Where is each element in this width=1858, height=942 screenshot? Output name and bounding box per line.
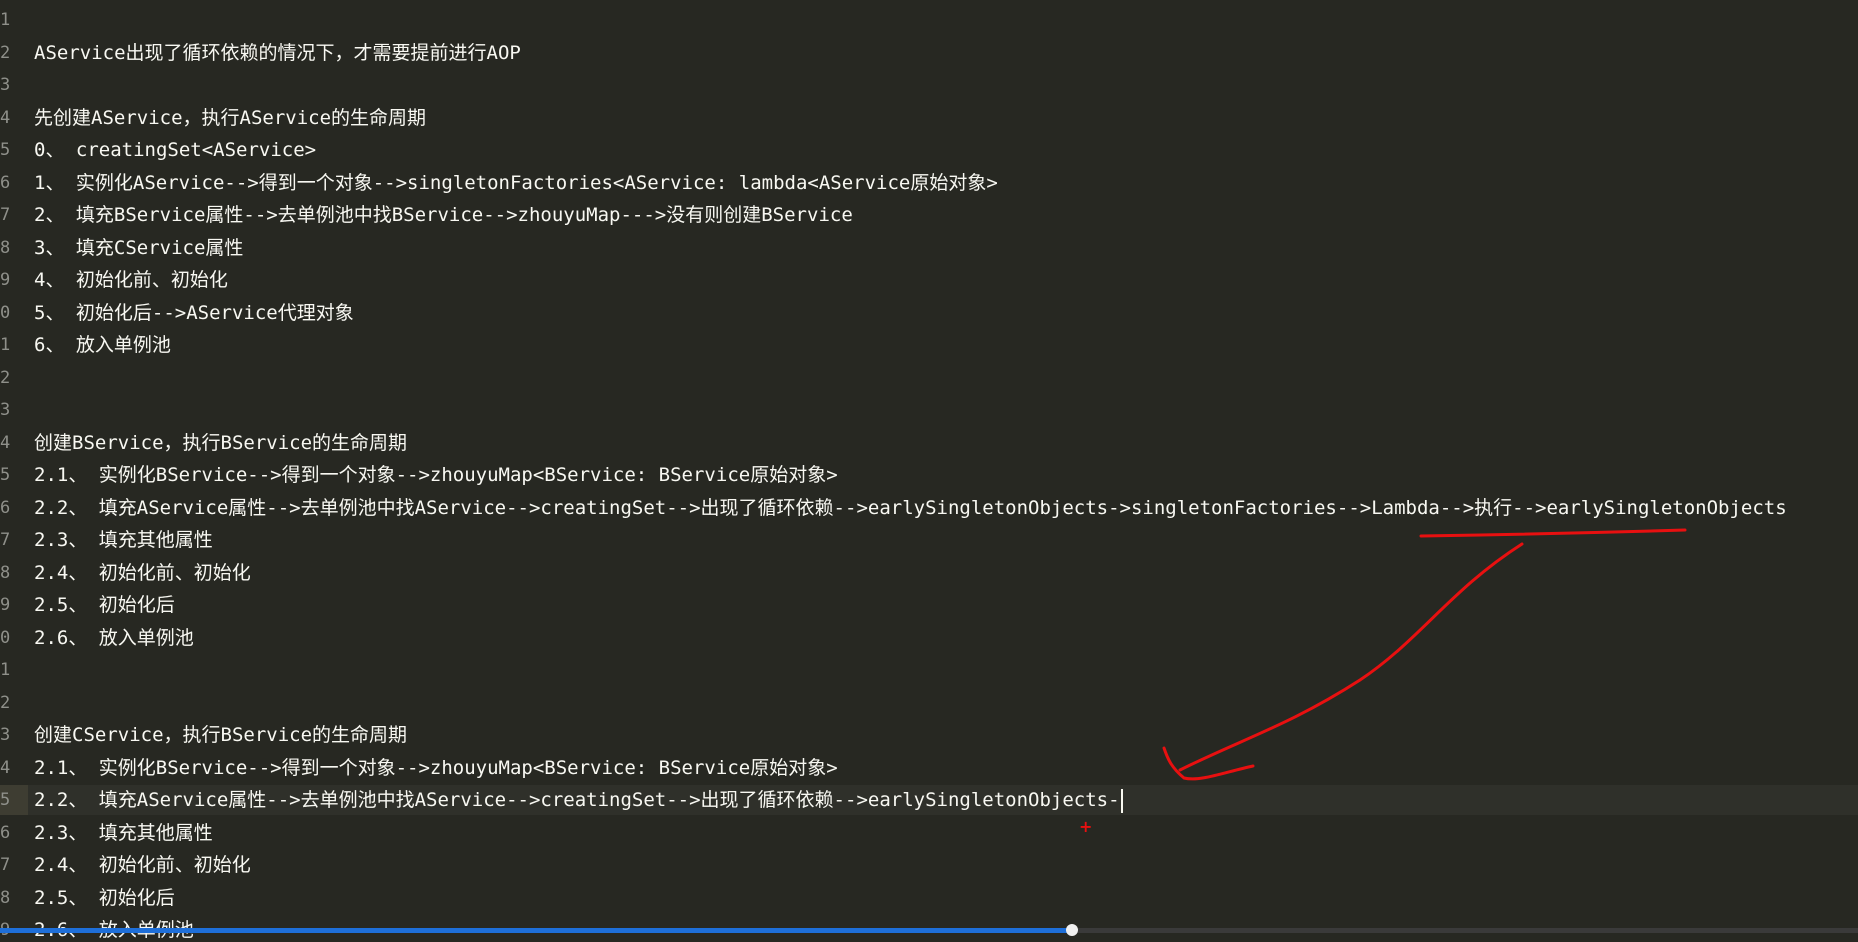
editor-line[interactable]: 4 先创建AService，执行AService的生命周期: [0, 103, 1858, 133]
text-editor[interactable]: 1 2 AService出现了循环依赖的情况下，才需要提前进行AOP 3 4 先创建ASe…: [0, 0, 1858, 942]
line-number: 7: [0, 855, 11, 875]
line-text[interactable]: 2.1、 实例化BService-->得到一个对象-->zhouyuMap<BS…: [34, 460, 838, 490]
editor-line[interactable]: 5 0、 creatingSet<AService>: [0, 135, 1858, 165]
line-number: 1: [0, 10, 11, 30]
editor-line[interactable]: 6 2.3、 填充其他属性: [0, 818, 1858, 848]
line-text[interactable]: 2.4、 初始化前、初始化: [34, 850, 251, 880]
line-number: 4: [0, 432, 11, 453]
line-number: 9: [0, 270, 11, 290]
scrollbar-knob[interactable]: [1066, 924, 1078, 936]
line-text[interactable]: 3、 填充CService属性: [34, 233, 243, 263]
line-text[interactable]: 4、 初始化前、初始化: [34, 265, 228, 295]
editor-line[interactable]: 3: [0, 70, 1858, 100]
editor-line[interactable]: 0 5、 初始化后-->AService代理对象: [0, 298, 1858, 328]
editor-line[interactable]: 2: [0, 363, 1858, 393]
line-text[interactable]: 2.5、 初始化后: [34, 883, 175, 913]
line-number: 8: [0, 237, 11, 258]
line-number: 3: [0, 725, 11, 745]
line-number: 8: [0, 887, 11, 908]
line-number: 5: [0, 790, 11, 810]
cursor-plus-mark: +: [1079, 817, 1093, 836]
line-text[interactable]: 1、 实例化AService-->得到一个对象-->singletonFacto…: [34, 168, 998, 198]
line-number: 0: [0, 627, 11, 648]
line-text[interactable]: 2.5、 初始化后: [34, 590, 175, 620]
editor-line[interactable]: 5 2.2、 填充AService属性-->去单例池中找AService-->cr…: [0, 785, 1858, 815]
line-number: 8: [0, 562, 11, 583]
line-text[interactable]: 5、 初始化后-->AService代理对象: [34, 298, 354, 328]
line-text[interactable]: 2.2、 填充AService属性-->去单例池中找AService-->cre…: [34, 785, 1123, 815]
line-number: 6: [0, 497, 11, 518]
line-number: 4: [0, 107, 11, 128]
editor-line[interactable]: 1: [0, 655, 1858, 685]
line-text[interactable]: 2.2、 填充AService属性-->去单例池中找AService-->cre…: [34, 493, 1787, 523]
line-number: 4: [0, 757, 11, 778]
scrollbar-thumb[interactable]: [0, 928, 1072, 933]
editor-line[interactable]: 9 4、 初始化前、初始化: [0, 265, 1858, 295]
line-number: 1: [0, 335, 11, 355]
editor-line[interactable]: 3 创建CService，执行BService的生命周期: [0, 720, 1858, 750]
line-number: 6: [0, 172, 11, 193]
editor-line[interactable]: 3: [0, 395, 1858, 425]
line-number: 3: [0, 400, 11, 420]
line-number: 9: [0, 595, 11, 615]
line-number: 2: [0, 692, 11, 713]
editor-line[interactable]: 7 2、 填充BService属性-->去单例池中找BService-->zhou…: [0, 200, 1858, 230]
line-text[interactable]: 创建BService，执行BService的生命周期: [34, 428, 407, 458]
editor-line[interactable]: 8 2.5、 初始化后: [0, 883, 1858, 913]
line-text[interactable]: 创建CService，执行BService的生命周期: [34, 720, 407, 750]
line-number: 7: [0, 205, 11, 225]
editor-line[interactable]: 1 6、 放入单例池: [0, 330, 1858, 360]
line-text[interactable]: 先创建AService，执行AService的生命周期: [34, 103, 426, 133]
line-number: 1: [0, 660, 11, 680]
line-number: 7: [0, 530, 11, 550]
line-text[interactable]: 2.6、 放入单例池: [34, 623, 194, 653]
line-text[interactable]: 2.3、 填充其他属性: [34, 525, 213, 555]
line-text[interactable]: 0、 creatingSet<AService>: [34, 135, 316, 165]
editor-line[interactable]: 8 3、 填充CService属性: [0, 233, 1858, 263]
editor-line[interactable]: 1: [0, 5, 1858, 35]
line-number: 0: [0, 302, 11, 323]
editor-line[interactable]: 7 2.3、 填充其他属性: [0, 525, 1858, 555]
line-text[interactable]: 2.3、 填充其他属性: [34, 818, 213, 848]
line-number: 2: [0, 367, 11, 388]
editor-line[interactable]: 8 2.4、 初始化前、初始化: [0, 558, 1858, 588]
text-cursor: [1120, 788, 1123, 813]
editor-line[interactable]: 2: [0, 688, 1858, 718]
line-number: 2: [0, 42, 11, 63]
line-number: 6: [0, 822, 11, 843]
editor-line[interactable]: 4 2.1、 实例化BService-->得到一个对象-->zhouyuMap<B…: [0, 753, 1858, 783]
line-text[interactable]: 6、 放入单例池: [34, 330, 171, 360]
editor-line[interactable]: 4 创建BService，执行BService的生命周期: [0, 428, 1858, 458]
line-number: 3: [0, 75, 11, 95]
editor-line[interactable]: 9 2.5、 初始化后: [0, 590, 1858, 620]
horizontal-scrollbar[interactable]: [0, 924, 1858, 936]
editor-line[interactable]: 5 2.1、 实例化BService-->得到一个对象-->zhouyuMap<B…: [0, 460, 1858, 490]
line-text[interactable]: 2.4、 初始化前、初始化: [34, 558, 251, 588]
editor-line[interactable]: 6 2.2、 填充AService属性-->去单例池中找AService-->cr…: [0, 493, 1858, 523]
editor-line[interactable]: 7 2.4、 初始化前、初始化: [0, 850, 1858, 880]
line-number: 5: [0, 465, 11, 485]
line-number: 5: [0, 140, 11, 160]
editor-line[interactable]: 2 AService出现了循环依赖的情况下，才需要提前进行AOP: [0, 38, 1858, 68]
editor-line[interactable]: 6 1、 实例化AService-->得到一个对象-->singletonFact…: [0, 168, 1858, 198]
editor-line[interactable]: 0 2.6、 放入单例池: [0, 623, 1858, 653]
line-text[interactable]: AService出现了循环依赖的情况下，才需要提前进行AOP: [34, 38, 521, 68]
line-text[interactable]: 2、 填充BService属性-->去单例池中找BService-->zhouy…: [34, 200, 853, 230]
line-text[interactable]: 2.1、 实例化BService-->得到一个对象-->zhouyuMap<BS…: [34, 753, 838, 783]
